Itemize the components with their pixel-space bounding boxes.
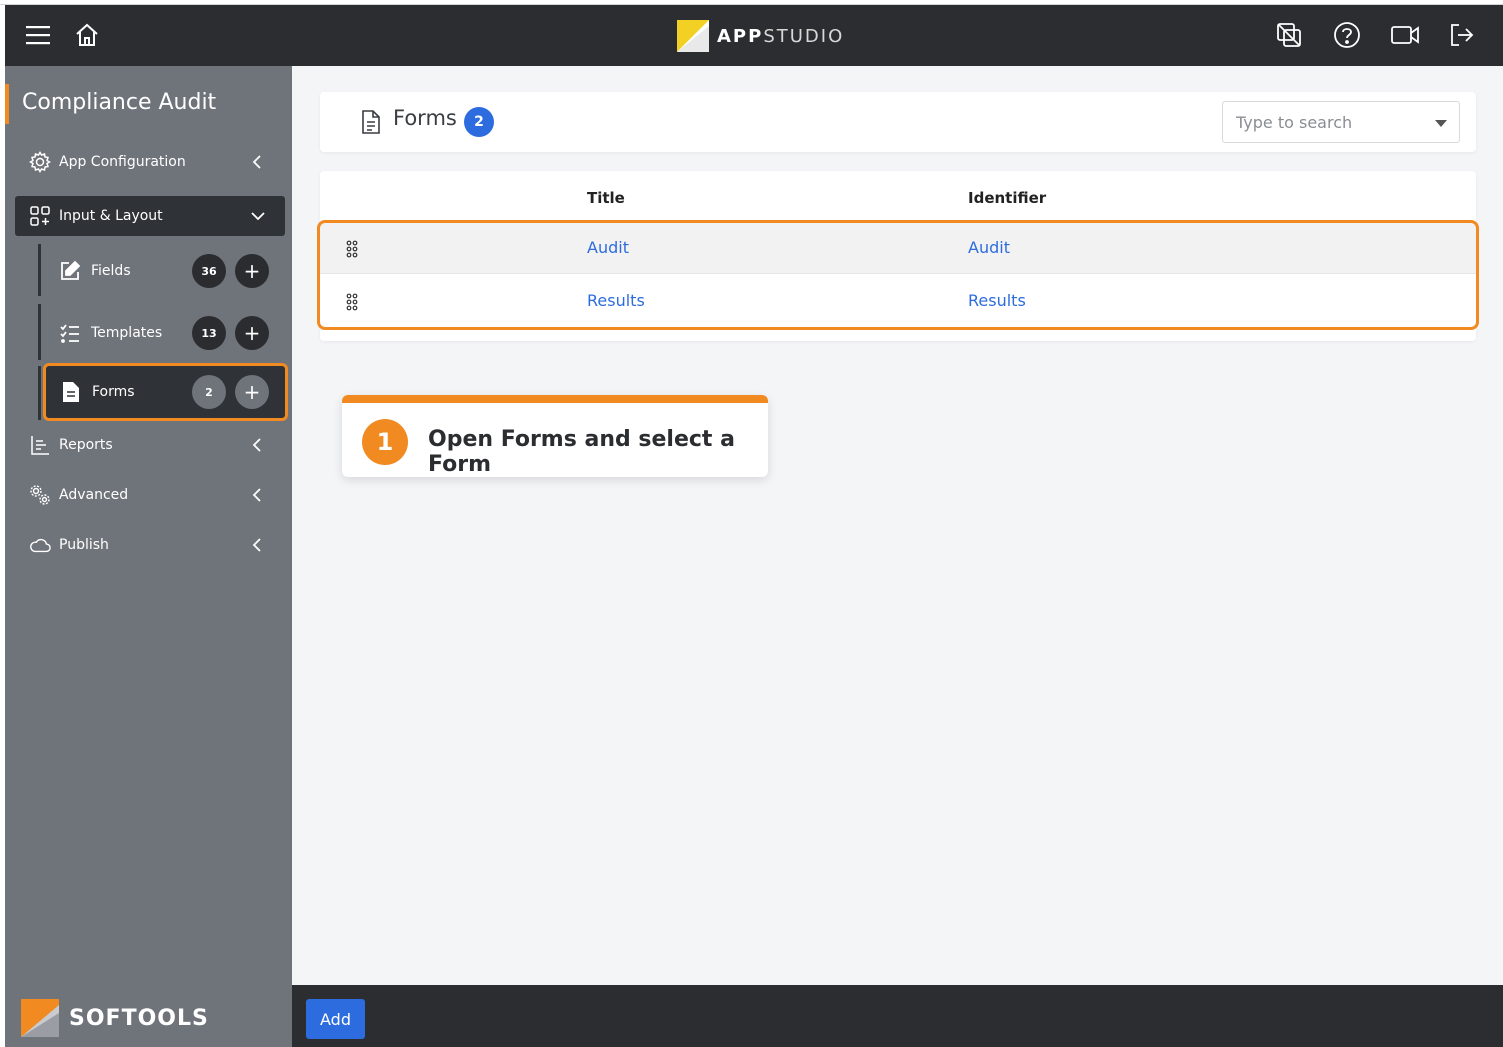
brand-app: APP [717, 25, 764, 47]
cloud-icon [29, 534, 51, 556]
form-title-link[interactable]: Results [587, 291, 645, 310]
main-content: Forms 2 Title Identifier Audit Audit Res… [292, 66, 1503, 985]
document-icon [60, 381, 82, 403]
table-row[interactable]: Audit Audit [320, 223, 1476, 273]
appstudio-brand: APPSTUDIO [677, 20, 844, 52]
top-bar: APPSTUDIO [5, 5, 1503, 66]
tutorial-callout: 1 Open Forms and select a Form [342, 395, 768, 477]
sidebar-item-advanced[interactable]: Advanced [15, 475, 285, 515]
row-divider [320, 273, 1476, 274]
sidebar-item-label: App Configuration [59, 154, 186, 170]
count-badge: 36 [192, 254, 226, 288]
appstudio-logo [677, 20, 709, 52]
sidebar-subitem-fields[interactable]: Fields 36 + [45, 245, 285, 297]
document-icon [362, 110, 380, 134]
chevron-left-icon [252, 438, 261, 452]
sidebar-item-label: Publish [59, 537, 109, 553]
sidebar-subitem-label: Forms [92, 384, 135, 400]
gears-icon [29, 484, 51, 506]
sidebar-subitem-label: Templates [91, 325, 163, 341]
help-icon[interactable] [1331, 19, 1363, 51]
app-title: Compliance Audit [5, 84, 292, 124]
forms-table: Title Identifier Audit Audit Results Res… [317, 171, 1479, 341]
table-row[interactable]: Results Results [320, 276, 1476, 326]
drag-handle-icon[interactable] [346, 293, 358, 311]
dropdown-caret-icon[interactable] [1435, 120, 1447, 127]
sidebar-item-input-layout[interactable]: Input & Layout [15, 196, 285, 236]
chevron-left-icon [252, 488, 261, 502]
sidebar-item-app-configuration[interactable]: App Configuration [15, 142, 285, 182]
video-icon[interactable] [1389, 19, 1421, 51]
screens-icon[interactable] [1273, 19, 1305, 51]
page-title: Forms [393, 106, 457, 130]
callout-stripe [342, 395, 768, 403]
sidebar-item-label: Advanced [59, 487, 129, 503]
add-field-button[interactable]: + [235, 254, 269, 288]
count-badge: 2 [192, 375, 226, 409]
app-window: APPSTUDIO Compliance Audit App Configura… [5, 5, 1503, 1047]
list-icon [59, 322, 81, 344]
softools-wordmark: SOFTOOLS [69, 1005, 209, 1031]
form-identifier-link[interactable]: Audit [968, 238, 1010, 257]
sidebar-item-label: Input & Layout [59, 208, 163, 224]
gear-icon [29, 151, 51, 173]
drag-handle-icon[interactable] [346, 240, 358, 258]
logout-icon[interactable] [1445, 19, 1477, 51]
forms-header-card: Forms 2 [320, 92, 1476, 152]
home-icon[interactable] [71, 19, 103, 51]
chevron-left-icon [252, 538, 261, 552]
column-header-title[interactable]: Title [587, 189, 625, 207]
submenu-indicator [38, 244, 41, 296]
callout-text: Open Forms and select a Form [428, 427, 735, 477]
form-identifier-link[interactable]: Results [968, 291, 1026, 310]
bottom-action-bar: Add [292, 985, 1503, 1047]
layout-icon [29, 205, 51, 227]
reports-icon [29, 434, 51, 456]
chevron-down-icon [251, 212, 265, 221]
chevron-left-icon [252, 155, 261, 169]
search-select[interactable] [1222, 101, 1460, 143]
sidebar-item-label: Reports [59, 437, 113, 453]
column-header-identifier[interactable]: Identifier [968, 189, 1046, 207]
add-template-button[interactable]: + [235, 316, 269, 350]
edit-icon [59, 260, 81, 282]
step-number-badge: 1 [362, 419, 408, 465]
forms-count-badge: 2 [464, 107, 494, 137]
add-button[interactable]: Add [306, 999, 365, 1039]
sidebar-item-reports[interactable]: Reports [15, 425, 285, 465]
brand-studio: STUDIO [763, 25, 845, 47]
sidebar-subitem-forms[interactable]: Forms 2 + [43, 363, 288, 421]
submenu-indicator [38, 304, 41, 360]
sidebar: Compliance Audit App Configuration Input… [5, 66, 292, 1047]
hamburger-menu-icon[interactable] [22, 19, 54, 51]
form-title-link[interactable]: Audit [587, 238, 629, 257]
softools-brand: SOFTOOLS [21, 999, 209, 1037]
sidebar-subitem-label: Fields [91, 263, 131, 279]
submenu-indicator [38, 366, 41, 420]
count-badge: 13 [192, 316, 226, 350]
softools-logo [21, 999, 59, 1037]
sidebar-subitem-templates[interactable]: Templates 13 + [45, 307, 285, 359]
search-input[interactable] [1223, 102, 1423, 142]
sidebar-item-publish[interactable]: Publish [15, 525, 285, 565]
add-form-button[interactable]: + [235, 375, 269, 409]
